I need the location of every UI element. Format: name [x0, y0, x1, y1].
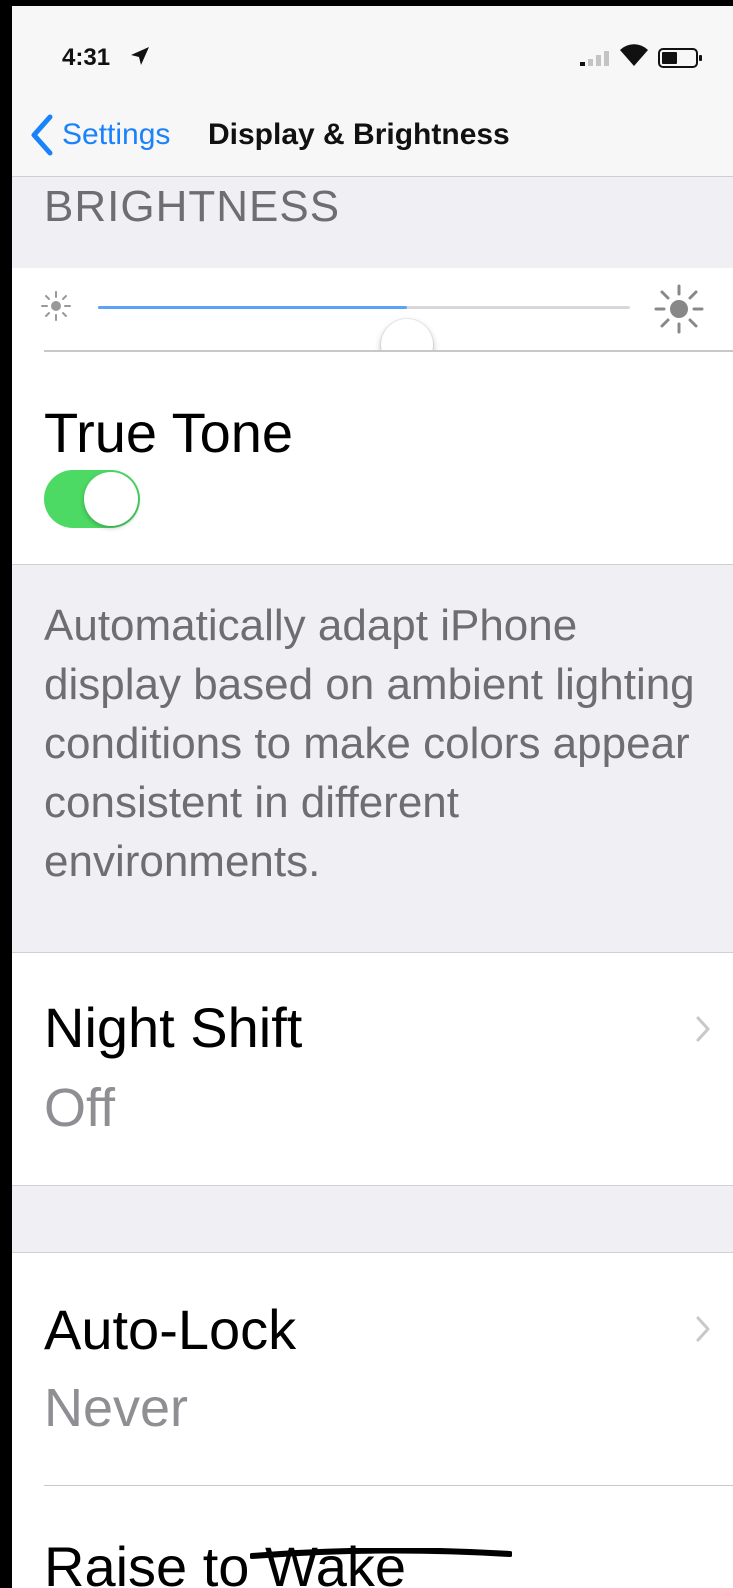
navigation-bar: Settings Display & Brightness	[12, 94, 733, 177]
true-tone-row: True Tone	[12, 352, 733, 565]
signal-icon	[580, 51, 609, 66]
auto-lock-row[interactable]: Auto-Lock Never	[12, 1252, 733, 1487]
back-button-label: Settings	[62, 118, 171, 151]
true-tone-toggle[interactable]	[44, 470, 140, 528]
back-button[interactable]: Settings	[30, 112, 170, 158]
chevron-left-icon	[31, 114, 53, 156]
brightness-slider-row	[12, 268, 733, 371]
brightness-section-header: BRIGHTNESS	[44, 182, 341, 231]
brightness-slider[interactable]	[98, 306, 630, 371]
true-tone-label: True Tone	[44, 401, 294, 464]
raise-to-wake-row[interactable]: Raise to Wake	[12, 1486, 733, 1588]
battery-icon	[658, 48, 702, 68]
true-tone-description: Automatically adapt iPhone display based…	[44, 601, 695, 886]
toggle-knob	[84, 472, 138, 526]
brightness-low-icon	[41, 291, 71, 321]
wifi-icon	[620, 44, 648, 66]
page-title: Display & Brightness	[208, 118, 510, 151]
night-shift-value: Off	[44, 1078, 116, 1138]
settings-screen: 4:31 Settings Display & Brightness BRIGH…	[12, 0, 733, 1588]
auto-lock-value: Never	[44, 1378, 189, 1438]
chevron-right-icon	[696, 1316, 710, 1342]
chevron-right-icon	[696, 1016, 710, 1042]
night-shift-row[interactable]: Night Shift Off	[12, 952, 733, 1186]
annotation-strike-mark	[250, 1548, 512, 1559]
auto-lock-label: Auto-Lock	[44, 1298, 297, 1361]
night-shift-label: Night Shift	[44, 996, 303, 1059]
status-bar: 4:31	[12, 6, 733, 94]
status-time: 4:31	[62, 44, 111, 71]
location-arrow-icon	[131, 47, 149, 65]
brightness-slider-fill	[98, 306, 407, 309]
brightness-high-icon	[654, 284, 704, 334]
